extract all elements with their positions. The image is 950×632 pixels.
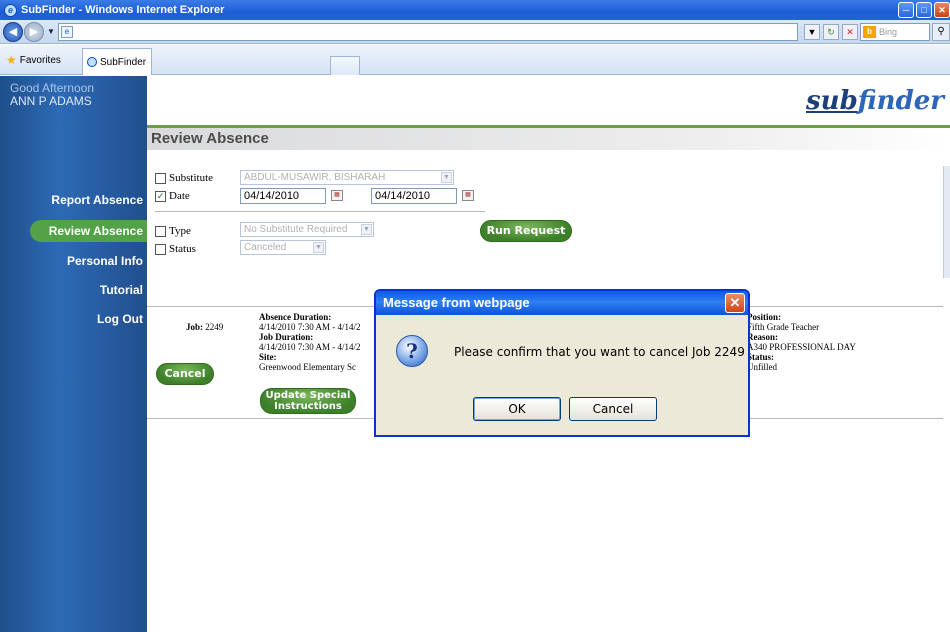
job-status-value: Unfilled (747, 362, 777, 372)
type-checkbox[interactable] (155, 225, 166, 237)
job-label: Job: (186, 322, 204, 332)
job-position-details: Position: Fifth Grade Teacher Reason: A3… (747, 312, 856, 372)
page-header: Review Absence (147, 128, 950, 150)
refresh-icon[interactable]: ↻ (823, 24, 839, 40)
position-label: Position: (747, 312, 782, 322)
type-value: No Substitute Required (244, 224, 348, 235)
filter-divider (155, 211, 485, 212)
reason-label: Reason: (747, 332, 778, 342)
update-special-instructions-button[interactable]: Update Special Instructions (260, 388, 356, 414)
page-icon: e (61, 26, 73, 38)
calendar-icon[interactable]: ▦ (331, 190, 343, 201)
status-checkbox[interactable] (155, 243, 166, 255)
date-checkbox[interactable]: ✓ (155, 190, 166, 202)
address-bar: ◀ ▶ ▼ e ▼ ↻ ✕ b Bing ⚲ (0, 20, 950, 44)
favorites-label: Favorites (19, 54, 61, 66)
search-icon[interactable]: ⚲ (932, 23, 950, 41)
type-select[interactable]: No Substitute Required ▼ (240, 222, 374, 237)
dialog-title: Message from webpage (376, 291, 748, 315)
page-title: Review Absence (151, 130, 269, 147)
dialog-close-button[interactable]: ✕ (725, 293, 745, 313)
question-icon: ? (396, 335, 428, 367)
calendar-icon[interactable]: ▦ (462, 190, 474, 201)
sidebar-item-log-out[interactable]: Log Out (97, 312, 143, 326)
close-window-button[interactable]: ✕ (934, 2, 950, 18)
sidebar-item-tutorial[interactable]: Tutorial (100, 283, 143, 297)
subfinder-logo: subfinder (806, 86, 944, 116)
url-dropdown-icon[interactable]: ▼ (804, 24, 820, 40)
type-row: Type (155, 225, 191, 237)
star-icon: ★ (6, 53, 17, 67)
date-to-input[interactable]: 04/14/2010 (371, 188, 457, 204)
sidebar-item-personal-info[interactable]: Personal Info (67, 254, 143, 268)
forward-button[interactable]: ▶ (24, 22, 44, 42)
job-details: Absence Duration: 4/14/2010 7:30 AM - 4/… (259, 312, 375, 372)
stop-icon[interactable]: ✕ (842, 24, 858, 40)
job-number-value: 2249 (205, 322, 224, 332)
logo-finder: finder (857, 86, 944, 116)
chevron-down-icon: ▼ (313, 242, 324, 253)
window-title: SubFinder - Windows Internet Explorer (21, 4, 225, 16)
search-placeholder: Bing (879, 27, 898, 37)
bing-icon: b (863, 26, 876, 38)
absence-duration-label: Absence Duration: (259, 312, 332, 322)
site-value: Greenwood Elementary Sc (259, 362, 356, 372)
user-name: ANN P ADAMS (10, 94, 92, 108)
job-number: Job: 2249 (186, 322, 223, 332)
status-value: Canceled (244, 242, 287, 253)
chevron-down-icon: ▼ (361, 224, 372, 235)
scrollbar[interactable] (943, 166, 950, 278)
favorites-bar: ★ Favorites SubFinder (0, 45, 950, 75)
sidebar-item-report-absence[interactable]: Report Absence (51, 193, 143, 207)
url-input[interactable]: e (58, 23, 798, 41)
logo-sub: sub (806, 86, 858, 116)
new-tab-button[interactable] (330, 56, 360, 75)
site-label: Site: (259, 352, 277, 362)
cancel-button[interactable]: Cancel (569, 397, 657, 421)
favorites-button[interactable]: ★ Favorites (6, 53, 61, 67)
date-from-input[interactable]: 04/14/2010 (240, 188, 326, 204)
back-button[interactable]: ◀ (3, 22, 23, 42)
window-title-bar: e SubFinder - Windows Internet Explorer … (0, 0, 950, 20)
substitute-row: Substitute (155, 172, 213, 184)
greeting: Good Afternoon ANN P ADAMS (10, 82, 94, 108)
sidebar-item-review-absence[interactable]: Review Absence (30, 220, 147, 242)
run-request-button[interactable]: Run Request (480, 220, 572, 242)
substitute-label: Substitute (169, 172, 214, 184)
status-label: Status (169, 243, 196, 255)
update-label-line2: Instructions (274, 401, 342, 412)
update-label-line1: Update Special (265, 390, 351, 401)
ie-logo-icon: e (4, 3, 17, 17)
job-status-label: Status: (747, 352, 775, 362)
confirm-dialog: Message from webpage ✕ ? Please confirm … (374, 289, 750, 437)
maximize-button[interactable]: □ (916, 2, 932, 18)
position-value: Fifth Grade Teacher (747, 322, 820, 332)
substitute-checkbox[interactable] (155, 172, 166, 184)
job-duration-value: 4/14/2010 7:30 AM - 4/14/2 (259, 342, 361, 352)
ie-tab-icon (87, 57, 97, 67)
date-row: ✓ Date (155, 190, 190, 202)
search-input[interactable]: b Bing (860, 23, 930, 41)
history-dropdown-icon[interactable]: ▼ (47, 27, 55, 36)
type-label: Type (169, 225, 191, 237)
status-row: Status (155, 243, 196, 255)
cancel-job-button[interactable]: Cancel (156, 363, 214, 385)
substitute-select[interactable]: ABDUL-MUSAWIR, BISHARAH ▼ (240, 170, 454, 185)
sidebar: Good Afternoon ANN P ADAMS Report Absenc… (0, 76, 147, 632)
minimize-button[interactable]: ─ (898, 2, 914, 18)
chevron-down-icon: ▼ (441, 172, 452, 183)
ok-button[interactable]: OK (473, 397, 561, 421)
date-label: Date (169, 190, 190, 202)
tab-label: SubFinder (100, 56, 147, 68)
dialog-message: Please confirm that you want to cancel J… (454, 345, 745, 359)
substitute-value: ABDUL-MUSAWIR, BISHARAH (244, 172, 386, 183)
tab-subfinder[interactable]: SubFinder (82, 48, 152, 75)
status-select[interactable]: Canceled ▼ (240, 240, 326, 255)
absence-duration-value: 4/14/2010 7:30 AM - 4/14/2 (259, 322, 361, 332)
reason-value: A340 PROFESSIONAL DAY (747, 342, 856, 352)
job-duration-label: Job Duration: (259, 332, 314, 342)
